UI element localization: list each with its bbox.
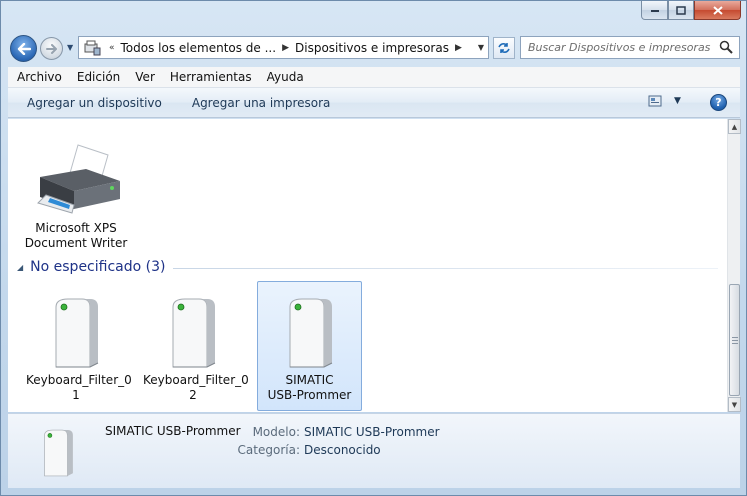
menu-herramientas[interactable]: Herramientas — [164, 70, 258, 84]
menu-edicion[interactable]: Edición — [71, 70, 126, 84]
device-label: 2 — [189, 388, 197, 402]
grip-icon — [732, 337, 738, 344]
device-tower-icon — [55, 298, 99, 368]
device-simatic-usb-prommer[interactable]: SIMATIC USB-Prommer — [257, 281, 362, 411]
change-view-button[interactable]: ▼ — [648, 95, 681, 107]
group-title: No especificado (3) — [30, 259, 166, 275]
details-pane: SIMATIC USB-Prommer Modelo: SIMATIC USB-… — [8, 413, 740, 488]
breadcrumb-devices-printers[interactable]: Dispositivos e impresoras — [295, 41, 449, 55]
devices-printers-icon — [81, 37, 103, 58]
refresh-icon — [498, 43, 510, 53]
collapse-triangle-icon[interactable]: ◢ — [17, 263, 23, 272]
details-category-label: Categoría: — [237, 443, 300, 457]
details-model-label: Modelo: — [252, 425, 300, 439]
vertical-scrollbar[interactable]: ▲ ▼ — [727, 119, 741, 412]
device-label: Document Writer — [24, 236, 128, 250]
arrow-right-icon — [45, 43, 57, 54]
devices-view: Microsoft XPS Document Writer ◢ No espec… — [8, 119, 727, 412]
device-label: SIMATIC — [285, 373, 334, 387]
maximize-button[interactable] — [668, 1, 694, 20]
device-keyboard-filter-01[interactable]: Keyboard_Filter_0 1 — [26, 289, 132, 411]
close-icon — [712, 5, 723, 15]
add-printer-button[interactable]: Agregar una impresora — [192, 96, 331, 110]
chevron-right-icon[interactable]: ▶ — [282, 43, 289, 53]
details-category-value: Desconocido — [304, 443, 381, 457]
add-device-button[interactable]: Agregar un dispositivo — [27, 96, 162, 110]
scroll-up-button[interactable]: ▲ — [728, 119, 741, 134]
caption-buttons — [641, 1, 741, 20]
help-button[interactable]: ? — [710, 94, 727, 111]
minimize-icon — [650, 10, 659, 12]
group-header[interactable]: ◢ No especificado (3) — [8, 257, 718, 277]
maximize-icon — [676, 5, 686, 15]
scroll-down-button[interactable]: ▼ — [728, 397, 741, 412]
chevron-right-icon[interactable]: ▶ — [455, 43, 462, 53]
search-box[interactable] — [520, 36, 740, 59]
breadcrumb-all-items[interactable]: Todos los elementos de ... — [121, 41, 277, 55]
device-microsoft-xps[interactable]: Microsoft XPS Document Writer — [20, 143, 132, 251]
arrow-left-icon — [17, 42, 31, 55]
menu-archivo[interactable]: Archivo — [11, 70, 68, 84]
forward-button[interactable] — [40, 37, 63, 60]
menu-ver[interactable]: Ver — [129, 70, 161, 84]
help-icon: ? — [715, 96, 722, 109]
close-button[interactable] — [694, 1, 741, 20]
address-dropdown[interactable]: ▼ — [478, 43, 484, 52]
device-tower-icon — [44, 429, 73, 477]
chevron-down-icon[interactable]: ▼ — [674, 96, 681, 106]
menu-bar: Archivo Edición Ver Herramientas Ayuda — [8, 67, 740, 88]
device-label: Microsoft XPS — [35, 221, 117, 235]
device-tower-icon — [289, 298, 332, 368]
back-button[interactable] — [10, 35, 37, 62]
device-label: USB-Prommer — [267, 388, 352, 402]
address-bar[interactable]: « Todos los elementos de ... ▶ Dispositi… — [78, 36, 489, 59]
group-divider — [173, 267, 718, 269]
printer-icon — [37, 144, 120, 214]
scrollbar-thumb[interactable] — [729, 284, 740, 396]
breadcrumb-overflow[interactable]: « — [109, 43, 115, 53]
details-model-value: SIMATIC USB-Prommer — [304, 425, 440, 439]
view-icon — [648, 95, 662, 107]
refresh-button[interactable] — [493, 37, 515, 59]
search-icon[interactable] — [719, 40, 733, 55]
device-tower-icon — [172, 298, 216, 368]
minimize-button[interactable] — [641, 1, 668, 20]
navigation-bar: ▼ « Todos los elementos de ... ▶ Disposi… — [8, 34, 740, 62]
device-label: Keyboard_Filter_0 — [26, 373, 132, 387]
command-bar: Agregar un dispositivo Agregar una impre… — [8, 88, 740, 118]
device-label: Keyboard_Filter_0 — [143, 373, 249, 387]
search-input[interactable] — [528, 41, 718, 54]
device-keyboard-filter-02[interactable]: Keyboard_Filter_0 2 — [143, 289, 249, 411]
recent-pages-dropdown[interactable]: ▼ — [67, 43, 73, 52]
device-label: 1 — [72, 388, 80, 402]
menu-ayuda[interactable]: Ayuda — [261, 70, 310, 84]
